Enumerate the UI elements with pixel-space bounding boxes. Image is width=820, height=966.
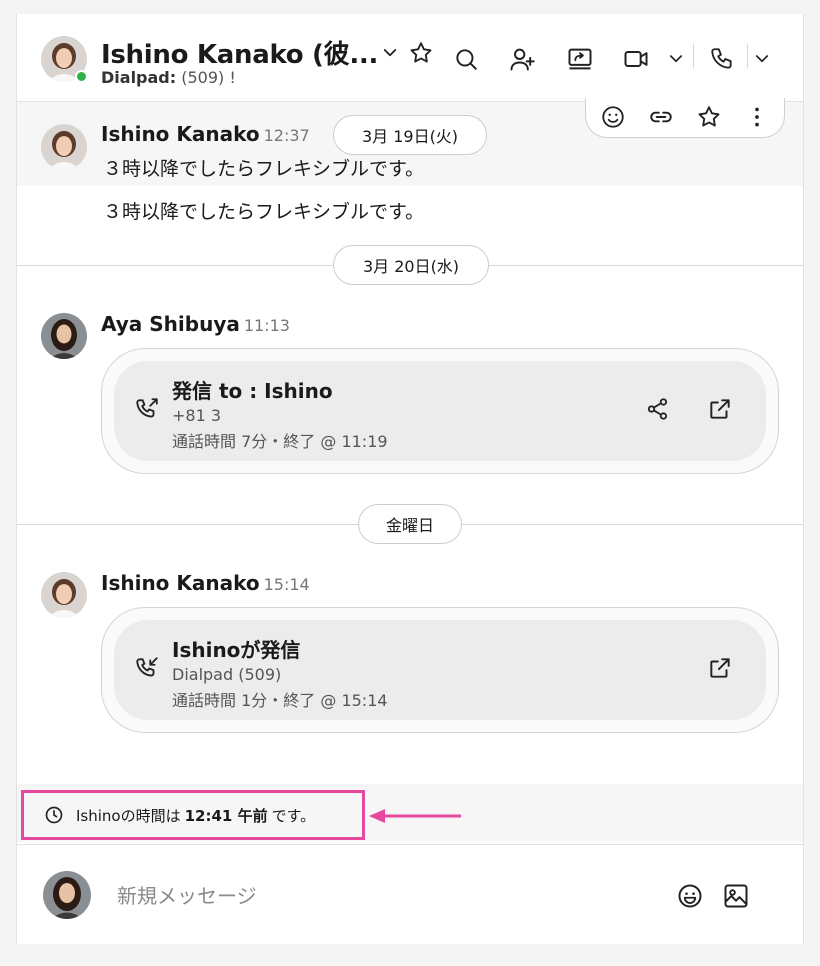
timezone-prefix: Ishinoの時間は bbox=[76, 806, 181, 825]
new-message-input[interactable] bbox=[117, 881, 637, 911]
call-card-body[interactable]: Ishinoが発信 Dialpad (509) 通話時間 1分・終了 @ 15:… bbox=[114, 620, 766, 720]
sender-avatar[interactable] bbox=[41, 313, 87, 359]
call-card-body[interactable]: 発信 to : Ishino +81 3 通話時間 7分・終了 @ 11:19 bbox=[114, 361, 766, 461]
call-card[interactable]: Ishinoが発信 Dialpad (509) 通話時間 1分・終了 @ 15:… bbox=[101, 607, 779, 733]
incoming-call-icon bbox=[132, 653, 162, 683]
highlight-arrow bbox=[369, 809, 461, 823]
date-separator: 3月 19日(火) bbox=[333, 115, 487, 155]
sender-name[interactable]: Aya Shibuya bbox=[101, 312, 240, 336]
chevron-down-icon[interactable] bbox=[747, 44, 777, 74]
timezone-notice: Ishinoの時間は 12:41 午前 です。 bbox=[21, 790, 365, 840]
message-actions-toolbar bbox=[585, 98, 785, 138]
star-icon[interactable] bbox=[694, 102, 724, 132]
more-vertical-icon[interactable] bbox=[742, 102, 772, 132]
video-icon[interactable] bbox=[621, 44, 651, 74]
image-icon[interactable] bbox=[721, 881, 751, 911]
message-text: ３時以降でしたらフレキシブルです。 bbox=[103, 201, 425, 223]
screen-share-icon[interactable] bbox=[565, 44, 595, 74]
share-icon[interactable] bbox=[643, 394, 673, 424]
open-external-icon[interactable] bbox=[705, 653, 735, 683]
call-title: Ishinoが発信 bbox=[172, 638, 301, 662]
conversation-panel: Ishino Kanako (彼... Dialpad: (509) ! Ish… bbox=[16, 14, 804, 944]
emoji-icon[interactable] bbox=[675, 881, 705, 911]
search-icon[interactable] bbox=[451, 44, 481, 74]
message-sender[interactable]: Ishino Kanako 15:14 bbox=[101, 571, 310, 595]
sender-avatar[interactable] bbox=[41, 572, 87, 618]
open-external-icon[interactable] bbox=[705, 394, 735, 424]
timezone-suffix: です。 bbox=[271, 806, 316, 825]
my-avatar[interactable] bbox=[43, 871, 91, 919]
contact-sub-label: Dialpad: bbox=[101, 68, 177, 87]
presence-indicator bbox=[75, 70, 88, 83]
message-composer bbox=[17, 844, 803, 944]
call-number: +81 3 bbox=[172, 406, 222, 425]
timezone-local-time: 12:41 午前 bbox=[184, 806, 268, 825]
sender-name[interactable]: Ishino Kanako bbox=[101, 571, 260, 595]
call-card[interactable]: 発信 to : Ishino +81 3 通話時間 7分・終了 @ 11:19 bbox=[101, 348, 779, 474]
chevron-down-icon[interactable] bbox=[375, 38, 405, 68]
toolbar-separator bbox=[693, 44, 694, 68]
conversation-header: Ishino Kanako (彼... Dialpad: (509) ! bbox=[17, 14, 803, 102]
call-title: 発信 to : Ishino bbox=[172, 379, 333, 403]
chevron-down-icon[interactable] bbox=[661, 44, 691, 74]
contact-name[interactable]: Ishino Kanako (彼... bbox=[101, 34, 378, 71]
message-sender[interactable]: Ishino Kanako 12:37 bbox=[101, 122, 310, 146]
sender-name[interactable]: Ishino Kanako bbox=[101, 122, 260, 146]
star-icon[interactable] bbox=[406, 38, 436, 68]
add-person-icon[interactable] bbox=[507, 44, 537, 74]
message-text: ３時以降でしたらフレキシブルです。 bbox=[103, 158, 425, 180]
message-time: 11:13 bbox=[243, 316, 290, 335]
date-separator: 3月 20日(水) bbox=[333, 245, 489, 285]
contact-sub-value: (509) ! bbox=[181, 68, 236, 87]
date-separator: 金曜日 bbox=[358, 504, 462, 544]
call-duration: 通話時間 1分・終了 @ 15:14 bbox=[172, 691, 388, 710]
sender-avatar[interactable] bbox=[41, 124, 87, 170]
link-icon[interactable] bbox=[646, 102, 676, 132]
message-time: 15:14 bbox=[263, 575, 310, 594]
smile-icon[interactable] bbox=[598, 102, 628, 132]
clock-icon bbox=[44, 805, 64, 825]
contact-subtitle: Dialpad: (509) ! bbox=[101, 68, 236, 87]
outgoing-call-icon bbox=[132, 394, 162, 424]
phone-icon[interactable] bbox=[707, 44, 737, 74]
call-duration: 通話時間 7分・終了 @ 11:19 bbox=[172, 432, 388, 451]
message-time: 12:37 bbox=[263, 126, 310, 145]
message-sender[interactable]: Aya Shibuya 11:13 bbox=[101, 312, 290, 336]
call-number: Dialpad (509) bbox=[172, 665, 282, 684]
